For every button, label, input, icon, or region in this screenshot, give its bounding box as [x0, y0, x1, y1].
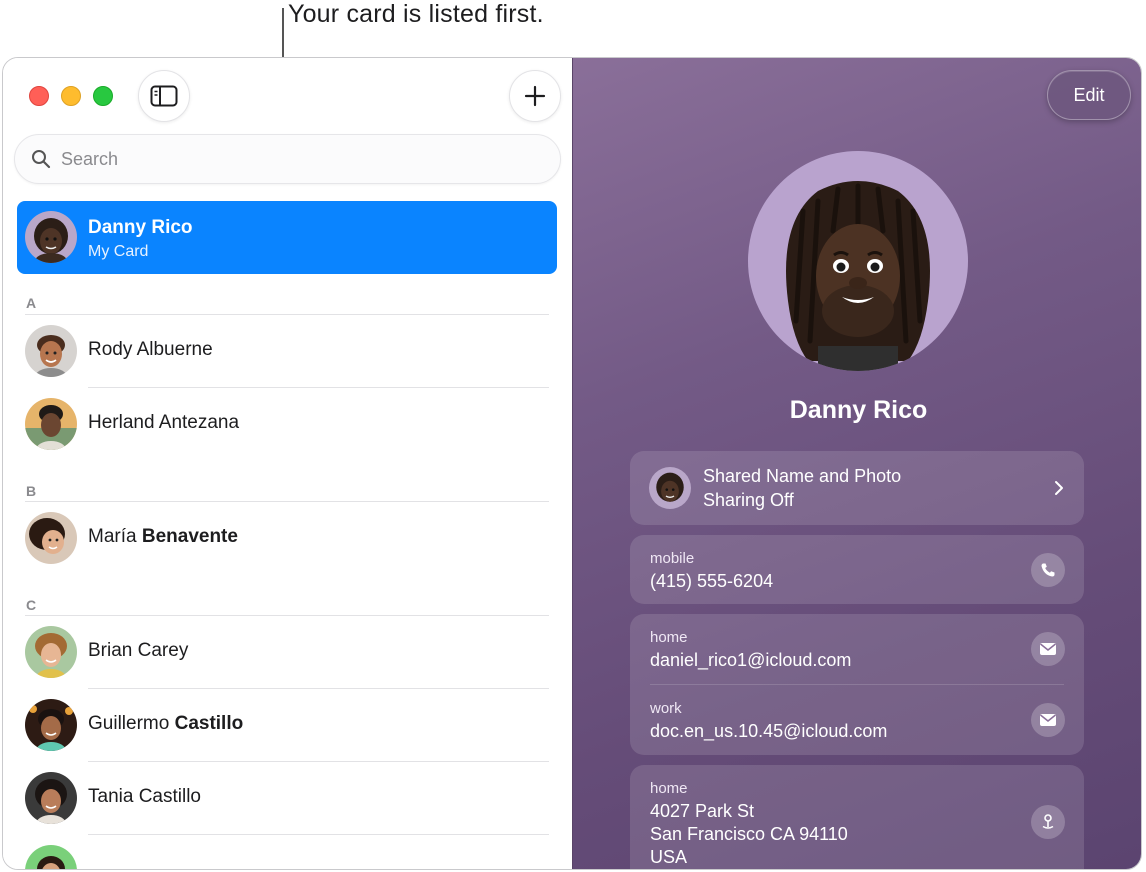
avatar: [649, 467, 691, 509]
map-pin-icon: [1042, 814, 1054, 829]
sidebar-toggle-button[interactable]: [138, 70, 190, 122]
divider: [25, 314, 549, 315]
call-button[interactable]: [1031, 553, 1065, 587]
sidebar-toggle-icon: [150, 85, 178, 107]
avatar: [25, 398, 77, 450]
avatar: [25, 512, 77, 564]
contact-name: María Benavente: [88, 526, 238, 547]
contact-detail-pane: Edit Danny Rico Shared Name and Photo Sh…: [572, 58, 1141, 869]
shared-name-photo-row[interactable]: Shared Name and Photo Sharing Off: [630, 451, 1084, 525]
phone-value[interactable]: (415) 555-6204: [650, 571, 773, 592]
contact-row[interactable]: Herland Antezana: [25, 396, 555, 452]
address-line-1[interactable]: 4027 Park St: [650, 801, 754, 822]
contact-name: Tania Castillo: [88, 786, 202, 807]
phone-icon: [1041, 563, 1055, 577]
chevron-right-icon: [1055, 481, 1063, 495]
avatar: [25, 211, 77, 263]
avatar: [25, 626, 77, 678]
address-label: home: [650, 780, 688, 797]
close-window-button[interactable]: [29, 86, 49, 106]
contact-name: Rody Albuerne: [88, 339, 213, 360]
address-card: home 4027 Park St San Francisco CA 94110…: [630, 765, 1084, 869]
plus-icon: [524, 85, 546, 107]
contact-row[interactable]: Rody Albuerne: [25, 323, 555, 379]
envelope-icon: [1040, 643, 1056, 655]
zoom-window-button[interactable]: [93, 86, 113, 106]
sharing-title: Shared Name and Photo: [703, 466, 902, 486]
contact-row-partial[interactable]: [25, 843, 555, 869]
contact-row[interactable]: Brian Carey: [25, 624, 555, 680]
search-field[interactable]: Search: [14, 134, 561, 184]
add-contact-button[interactable]: [509, 70, 561, 122]
avatar: [25, 699, 77, 751]
phone-label: mobile: [650, 550, 695, 567]
avatar: [25, 845, 77, 869]
divider: [650, 684, 1064, 685]
sidebar: Search Danny Rico My Card A Rody Albuern…: [3, 58, 572, 869]
contact-name: Brian Carey: [88, 640, 189, 661]
avatar: [25, 325, 77, 377]
contact-row[interactable]: Tania Castillo: [25, 770, 555, 826]
section-header-c: C: [26, 597, 37, 613]
divider: [88, 688, 549, 689]
phone-card: mobile (415) 555-6204: [630, 535, 1084, 604]
email-card: home daniel_rico1@icloud.com work doc.en…: [630, 614, 1084, 755]
avatar: [25, 772, 77, 824]
contact-name-heading: Danny Rico: [789, 396, 928, 424]
section-header-a: A: [26, 295, 37, 311]
minimize-window-button[interactable]: [61, 86, 81, 106]
email-label: home: [650, 629, 688, 646]
email-button[interactable]: [1031, 632, 1065, 666]
contact-name: Herland Antezana: [88, 412, 240, 433]
search-placeholder: Search: [61, 148, 119, 169]
email-value[interactable]: doc.en_us.10.45@icloud.com: [650, 721, 887, 742]
edit-button[interactable]: Edit: [1047, 70, 1131, 120]
email-label: work: [650, 700, 682, 717]
contact-row[interactable]: María Benavente: [25, 510, 555, 566]
divider: [88, 387, 549, 388]
my-card-subtitle: My Card: [88, 243, 149, 260]
email-value[interactable]: daniel_rico1@icloud.com: [650, 650, 851, 671]
my-card-row[interactable]: Danny Rico My Card: [17, 201, 557, 274]
address-line-3[interactable]: USA: [650, 847, 687, 868]
section-header-b: B: [26, 483, 37, 499]
map-button[interactable]: [1031, 805, 1065, 839]
callout-text: Your card is listed first.: [288, 0, 544, 28]
envelope-icon: [1040, 714, 1056, 726]
contact-name: Guillermo Castillo: [88, 713, 244, 734]
divider: [25, 501, 549, 502]
address-line-2[interactable]: San Francisco CA 94110: [650, 824, 848, 845]
sharing-status: Sharing Off: [703, 490, 794, 510]
divider: [88, 834, 549, 835]
contacts-window: Search Danny Rico My Card A Rody Albuern…: [2, 57, 1142, 870]
my-card-name: Danny Rico: [88, 217, 193, 238]
contact-row[interactable]: Guillermo Castillo: [25, 697, 555, 753]
contact-photo: [748, 151, 968, 371]
divider: [25, 615, 549, 616]
search-icon: [32, 150, 51, 169]
email-button[interactable]: [1031, 703, 1065, 737]
divider: [88, 761, 549, 762]
